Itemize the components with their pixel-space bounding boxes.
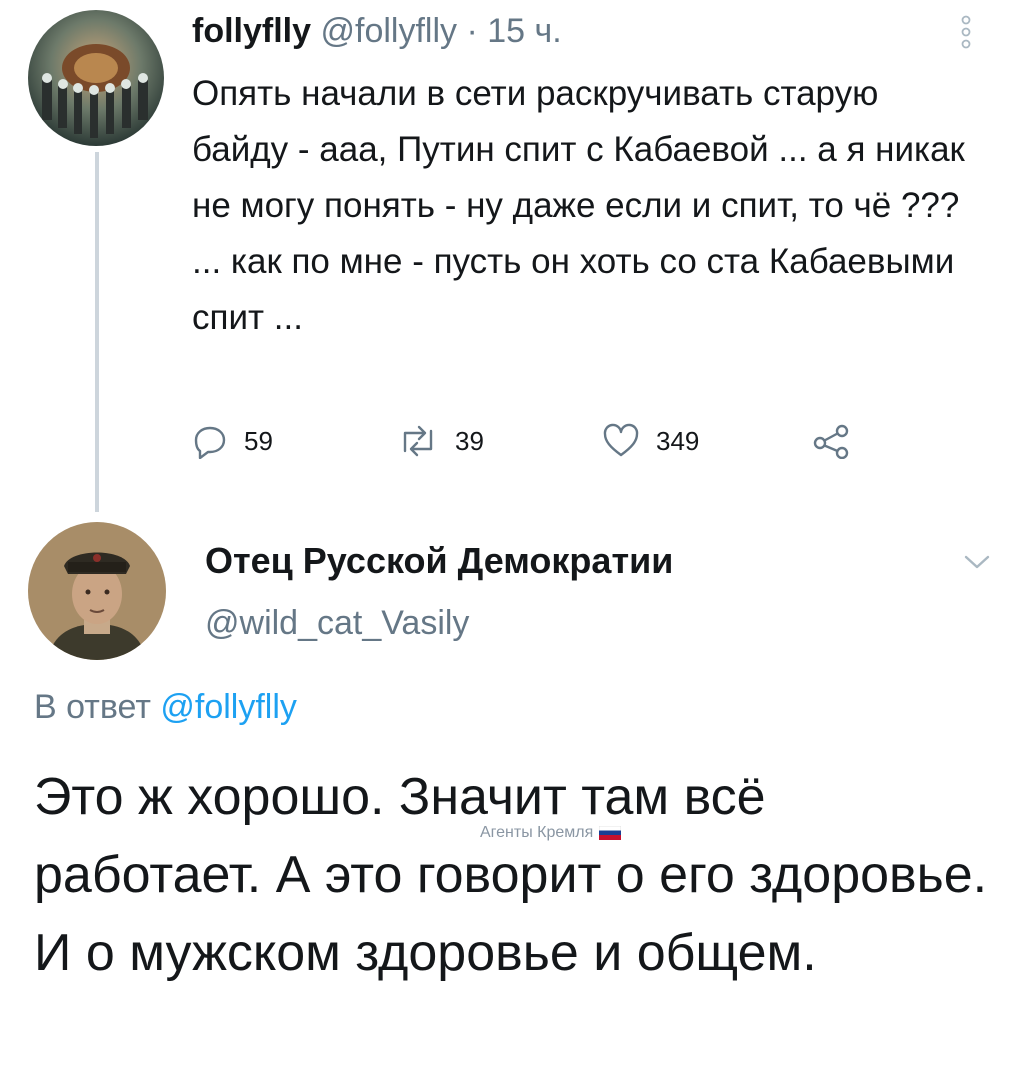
author-display-name[interactable]: follyflly xyxy=(192,12,311,50)
watermark-text: Агенты Кремля xyxy=(480,824,594,841)
vertical-dots-icon[interactable] xyxy=(955,14,977,50)
retweet-button[interactable]: 39 xyxy=(397,416,484,466)
reply-to-handle-link[interactable]: @follyflly xyxy=(160,688,297,726)
retweet-count: 39 xyxy=(455,425,484,456)
share-icon xyxy=(812,423,852,459)
russian-flag-icon xyxy=(599,825,622,840)
tweet-timestamp[interactable]: · 15 ч. xyxy=(466,12,561,50)
share-button[interactable] xyxy=(812,416,852,466)
reply-button[interactable]: 59 xyxy=(192,416,273,466)
reply-prefix: В ответ xyxy=(34,688,151,726)
like-icon xyxy=(602,423,640,459)
tweet-header: follyflly @follyflly · 15 ч. xyxy=(192,12,562,51)
reply-icon xyxy=(192,423,228,459)
thread-connector-line xyxy=(95,152,99,512)
reply-author-display-name[interactable]: Отец Русской Демократии xyxy=(205,540,673,582)
reply-count: 59 xyxy=(244,425,273,456)
reply-author-avatar[interactable] xyxy=(28,522,166,660)
reply-author-handle[interactable]: @wild_cat_Vasily xyxy=(205,604,469,643)
author-avatar[interactable] xyxy=(28,10,164,146)
author-handle[interactable]: @follyflly xyxy=(320,12,457,50)
tweet-text: Опять начали в сети раскручивать старую … xyxy=(192,74,965,337)
tweet-actions: 59 39 349 xyxy=(192,416,892,466)
chevron-down-icon[interactable] xyxy=(962,552,992,572)
reply-context: В ответ @follyflly xyxy=(34,688,297,727)
like-count: 349 xyxy=(656,425,700,456)
like-button[interactable]: 349 xyxy=(602,416,699,466)
retweet-icon xyxy=(397,423,439,459)
watermark: Агенты Кремля xyxy=(480,824,622,842)
reply-tweet-text: Это ж хорошо. Значит там всё работает. А… xyxy=(34,768,988,982)
